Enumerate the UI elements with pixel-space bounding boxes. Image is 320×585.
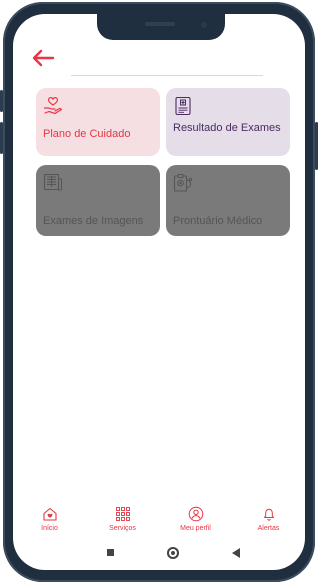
back-triangle-icon[interactable] <box>232 548 240 558</box>
bell-icon <box>263 508 274 521</box>
xray-images-icon <box>43 173 62 191</box>
card-label: Exames de Imagens <box>43 215 144 227</box>
header-divider <box>71 75 263 76</box>
system-nav-bar <box>13 544 305 562</box>
user-profile-icon <box>188 506 203 522</box>
medical-report-icon <box>175 96 191 116</box>
home-circle-icon[interactable] <box>167 547 179 559</box>
nav-item-alertas[interactable]: Alertas <box>239 506 299 542</box>
speaker <box>145 22 175 26</box>
card-label: Resultado de Exames <box>173 122 281 134</box>
nav-item-inicio[interactable]: Início <box>20 506 80 542</box>
recent-apps-icon[interactable] <box>107 549 114 556</box>
card-exames-de-imagens[interactable]: Exames de Imagens <box>36 165 160 236</box>
power-button <box>315 122 318 170</box>
card-label: Plano de Cuidado <box>43 128 131 140</box>
nav-label: Alertas <box>257 525 280 532</box>
arrow-left-icon[interactable] <box>31 48 55 68</box>
nav-label: Serviços <box>109 525 136 532</box>
nav-label: Início <box>41 525 58 532</box>
nav-item-meu-perfil[interactable]: Meu perfil <box>166 506 226 542</box>
card-prontuario-medico[interactable]: Prontuário Médico <box>166 165 290 236</box>
nav-item-servicos[interactable]: Serviços <box>93 506 153 542</box>
volume-down-button <box>0 122 3 154</box>
medical-record-stethoscope-icon <box>173 174 193 192</box>
card-plano-de-cuidado[interactable]: Plano de Cuidado <box>36 88 160 156</box>
card-resultado-de-exames[interactable]: Resultado de Exames <box>166 88 290 156</box>
home-heart-icon <box>42 507 57 521</box>
nav-label: Meu perfil <box>180 525 211 532</box>
care-hand-heart-icon <box>43 96 63 115</box>
grid-services-icon <box>115 507 130 521</box>
notch <box>97 14 225 40</box>
camera-icon <box>201 22 207 28</box>
app-screen: Plano de Cuidado Resultado de Exames Exa… <box>13 14 305 570</box>
card-label: Prontuário Médico <box>173 215 263 227</box>
phone-frame: Plano de Cuidado Resultado de Exames Exa… <box>0 2 318 582</box>
bottom-nav: Início Serviços Meu perfil Alertas <box>13 506 305 542</box>
volume-up-button <box>0 90 3 112</box>
